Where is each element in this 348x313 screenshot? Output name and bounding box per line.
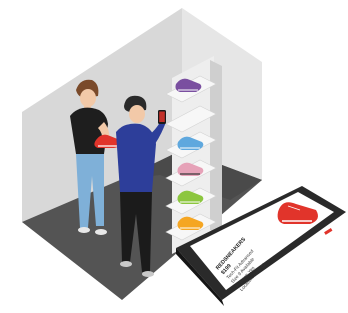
shoe-left — [120, 261, 132, 267]
phone-accent-light — [324, 228, 333, 235]
handheld-phone-screen — [159, 111, 165, 122]
face — [129, 105, 145, 123]
store-scene-illustration: REDSNEAKERS $199 Tech-Fit Advanced Size … — [22, 8, 346, 306]
shoe-left — [78, 227, 90, 233]
blue-shirt — [116, 123, 156, 192]
shoe-right — [95, 229, 107, 235]
shoe-right — [142, 271, 154, 277]
shoe-shelf — [165, 56, 222, 254]
